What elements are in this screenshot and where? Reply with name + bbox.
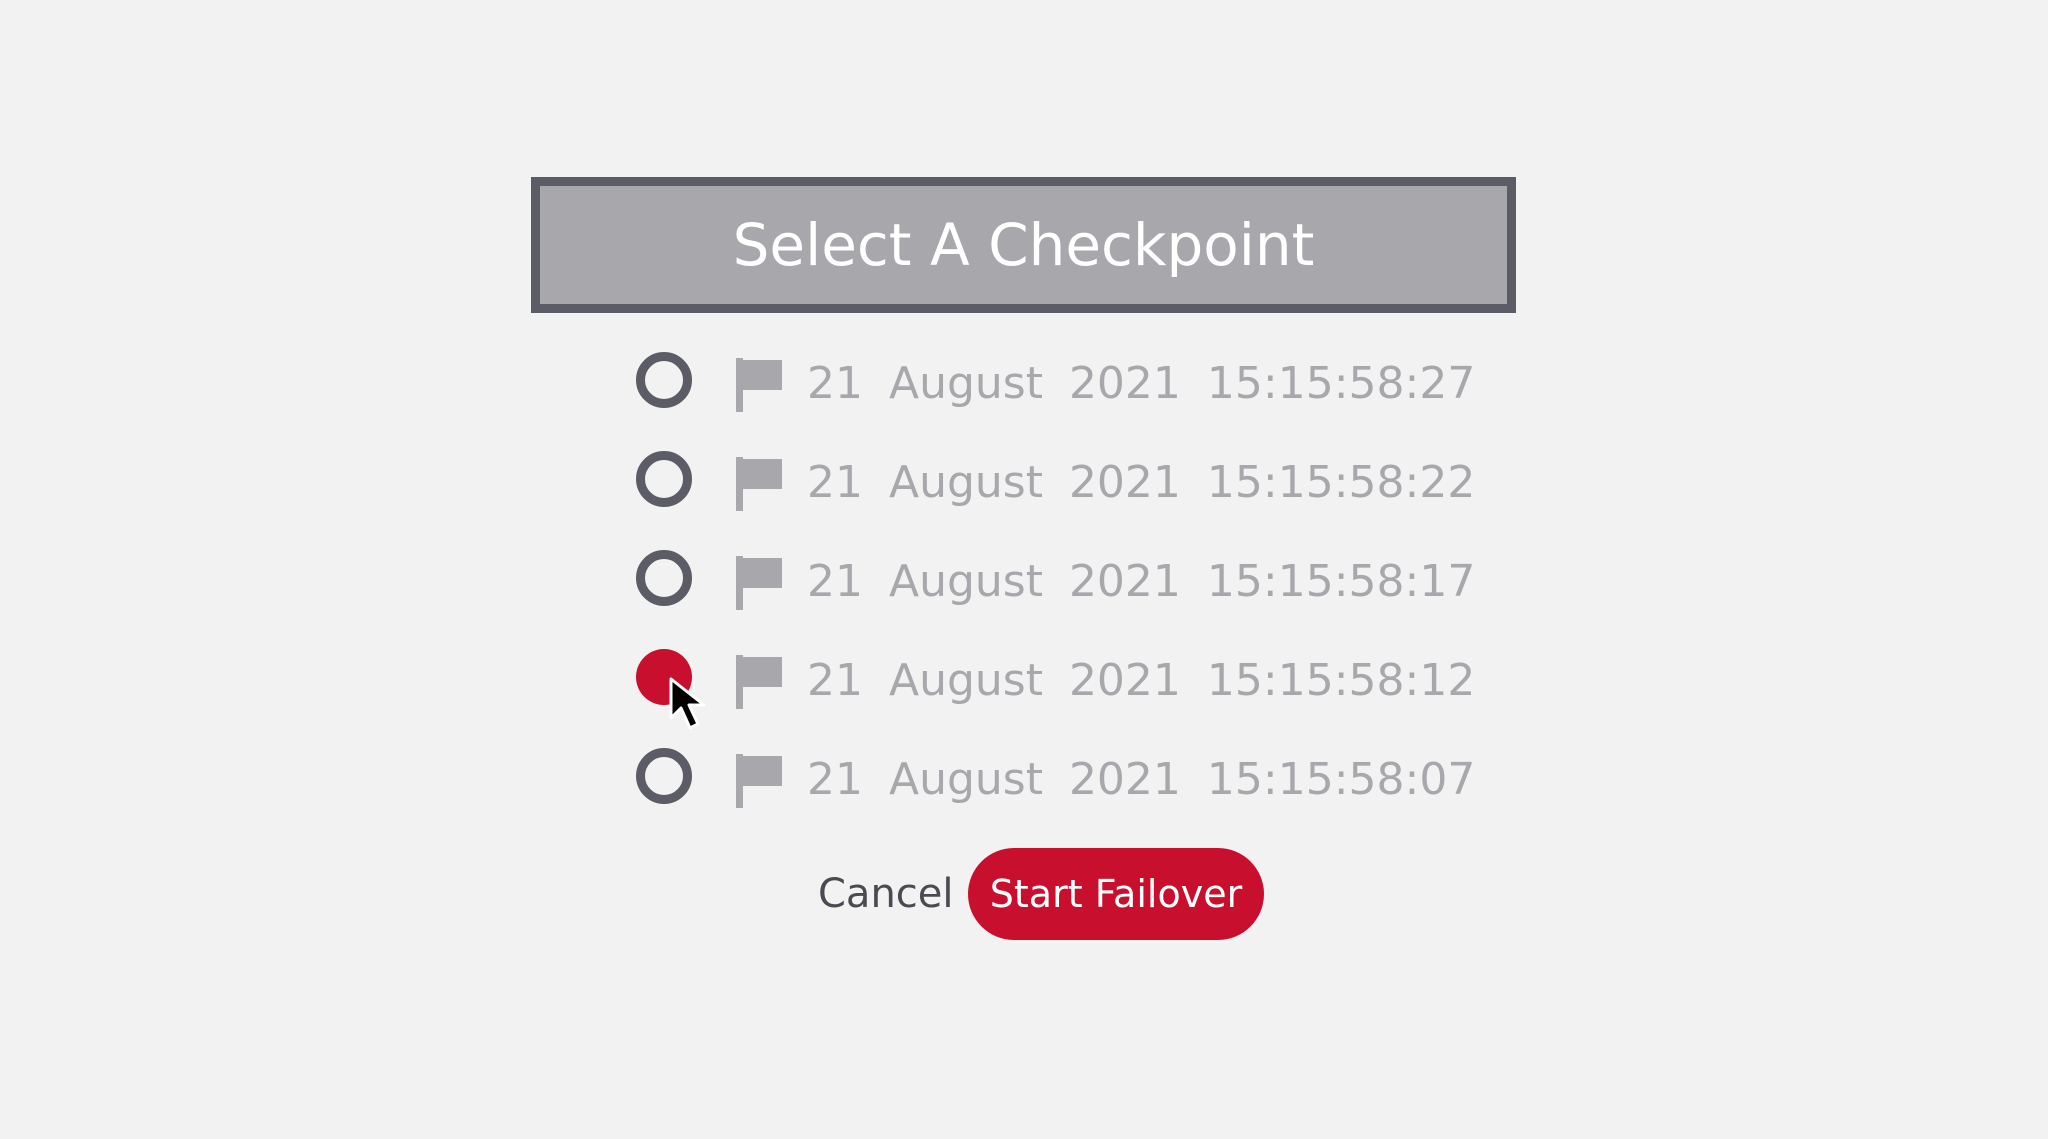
- flag-icon: [736, 457, 782, 511]
- checkpoint-option-selected[interactable]: 21 August 2021 15:15:58:12: [636, 649, 1475, 748]
- radio-button[interactable]: [636, 451, 692, 507]
- flag-icon: [736, 556, 782, 610]
- checkpoint-option[interactable]: 21 August 2021 15:15:58:22: [636, 451, 1475, 550]
- dialog-title: Select A Checkpoint: [732, 211, 1315, 279]
- checkpoint-label: 21 August 2021 15:15:58:07: [807, 754, 1476, 805]
- checkpoint-option[interactable]: 21 August 2021 15:15:58:27: [636, 352, 1475, 451]
- checkpoint-label: 21 August 2021 15:15:58:17: [807, 556, 1476, 607]
- flag-icon: [736, 655, 782, 709]
- dialog-title-bar: Select A Checkpoint: [531, 177, 1516, 313]
- flag-icon: [736, 358, 782, 412]
- checkpoint-label: 21 August 2021 15:15:58:27: [807, 358, 1476, 409]
- checkpoint-option[interactable]: 21 August 2021 15:15:58:07: [636, 748, 1475, 847]
- start-failover-button[interactable]: Start Failover: [968, 848, 1264, 940]
- mouse-cursor-icon: [669, 677, 706, 730]
- checkpoint-label: 21 August 2021 15:15:58:22: [807, 457, 1476, 508]
- cancel-button[interactable]: Cancel: [800, 862, 972, 926]
- radio-button[interactable]: [636, 550, 692, 606]
- radio-button[interactable]: [636, 352, 692, 408]
- checkpoint-option[interactable]: 21 August 2021 15:15:58:17: [636, 550, 1475, 649]
- flag-icon: [736, 754, 782, 808]
- checkpoint-list: 21 August 2021 15:15:58:27 21 August 202…: [636, 352, 1475, 847]
- checkpoint-label: 21 August 2021 15:15:58:12: [807, 655, 1476, 706]
- radio-button[interactable]: [636, 748, 692, 804]
